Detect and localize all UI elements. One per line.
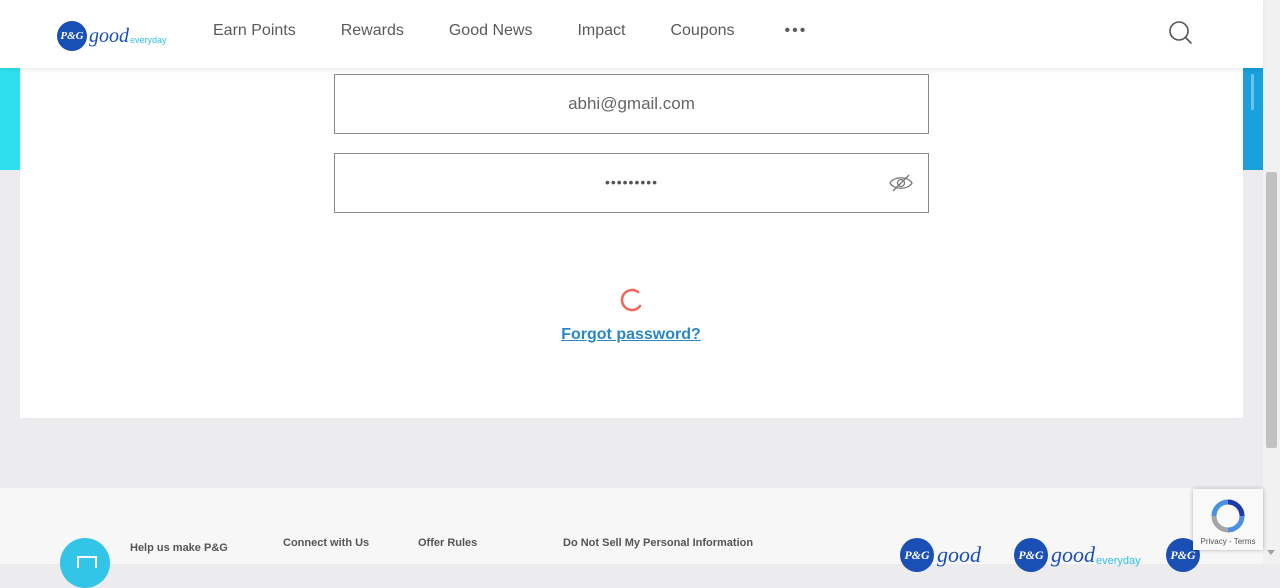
feedback-icon[interactable] xyxy=(60,538,110,588)
nav-earn-points[interactable]: Earn Points xyxy=(213,20,296,42)
connect-with-us-link[interactable]: Connect with Us xyxy=(283,537,369,549)
forgot-password-link[interactable]: Forgot password? xyxy=(540,326,722,344)
nav-coupons[interactable]: Coupons xyxy=(670,20,734,42)
accent-band-highlight xyxy=(1251,74,1254,110)
password-value: ••••••••• xyxy=(604,174,659,190)
scroll-down-arrow-icon[interactable] xyxy=(1267,550,1275,555)
nav-more-icon[interactable]: ••• xyxy=(785,20,808,42)
recaptcha-icon xyxy=(1209,498,1247,534)
footer-good-text-2: good xyxy=(1051,542,1095,567)
footer-good-text: good xyxy=(937,542,981,567)
footer-everyday-text: everyday xyxy=(1096,555,1141,567)
password-field[interactable]: ••••••••• xyxy=(334,153,929,213)
nav-impact[interactable]: Impact xyxy=(577,20,625,42)
search-icon[interactable] xyxy=(1168,20,1194,46)
recaptcha-privacy-terms[interactable]: Privacy - Terms xyxy=(1193,537,1263,546)
site-footer: Help us make P&G Connect with Us Offer R… xyxy=(0,488,1263,588)
nav-good-news[interactable]: Good News xyxy=(449,20,533,42)
main-nav: Earn Points Rewards Good News Impact Cou… xyxy=(213,20,807,42)
email-value: abhi@gmail.com xyxy=(568,94,695,113)
email-field[interactable]: abhi@gmail.com xyxy=(334,74,929,134)
page-scrollbar[interactable] xyxy=(1263,0,1280,564)
loading-spinner-icon xyxy=(618,287,644,313)
eye-slash-icon[interactable] xyxy=(888,172,914,194)
scrollbar-thumb[interactable] xyxy=(1266,172,1277,448)
do-not-sell-link[interactable]: Do Not Sell My Personal Information xyxy=(563,537,753,549)
logo-everyday-text: everyday xyxy=(130,35,167,45)
footer-pg-badge: P&G xyxy=(900,538,934,572)
pg-logo-badge: P&G xyxy=(57,21,87,51)
recaptcha-badge[interactable]: Privacy - Terms xyxy=(1193,489,1263,550)
logo-good-text: good xyxy=(89,24,129,47)
accent-band-left xyxy=(0,60,20,170)
footer-pg-badge-2: P&G xyxy=(1014,538,1048,572)
help-us-link[interactable]: Help us make P&G xyxy=(130,542,228,554)
pg-good-everyday-logo[interactable]: P&G good everyday xyxy=(57,20,167,52)
site-header: P&G good everyday Earn Points Rewards Go… xyxy=(0,0,1263,68)
offer-rules-link[interactable]: Offer Rules xyxy=(418,537,477,549)
footer-pg-good-everyday-logo[interactable]: P&G good everyday xyxy=(1014,538,1141,572)
footer-pg-good-logo[interactable]: P&G good xyxy=(900,538,981,572)
feedback-icon-glyph xyxy=(77,556,97,568)
nav-rewards[interactable]: Rewards xyxy=(341,20,404,42)
accent-band-right xyxy=(1243,60,1263,170)
